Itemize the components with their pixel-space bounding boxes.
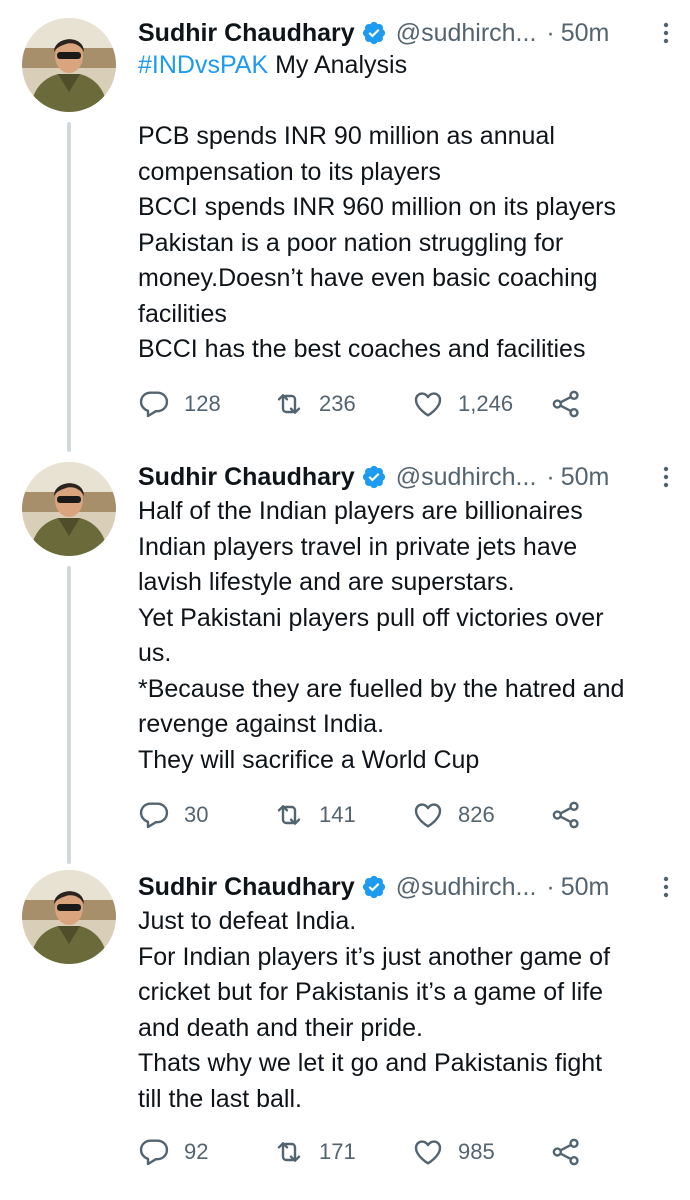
share-button[interactable] <box>550 1132 582 1172</box>
avatar[interactable] <box>22 462 116 556</box>
reply-count: 92 <box>184 1139 209 1164</box>
like-count: 985 <box>458 1139 495 1164</box>
like-button[interactable]: 1,246 <box>412 384 513 424</box>
hashtag-link[interactable]: #INDvsPAK <box>138 51 268 79</box>
tweet-text: Half of the Indian players are billionai… <box>138 497 625 774</box>
author-handle[interactable]: @sudhirch... <box>396 867 537 907</box>
tweet[interactable]: Sudhir Chaudhary @sudhirch... · 50m Just… <box>0 860 690 1200</box>
author-name[interactable]: Sudhir Chaudhary <box>138 457 355 497</box>
like-button[interactable]: 985 <box>412 1132 495 1172</box>
tweet-actions: 30 141 826 <box>138 795 608 835</box>
separator-dot: · <box>546 19 555 47</box>
separator-dot: · <box>546 873 555 901</box>
author-name[interactable]: Sudhir Chaudhary <box>138 867 355 907</box>
verified-badge-icon <box>361 464 387 490</box>
heart-icon <box>412 1136 444 1168</box>
avatar[interactable] <box>22 18 116 112</box>
retweet-count: 236 <box>319 391 356 416</box>
retweet-count: 141 <box>319 802 356 827</box>
tweet-header: Sudhir Chaudhary @sudhirch... · 50m <box>138 457 668 497</box>
tweet-header: Sudhir Chaudhary @sudhirch... · 50m <box>138 13 668 53</box>
reply-count: 128 <box>184 391 221 416</box>
retweet-button[interactable]: 236 <box>273 384 356 424</box>
profile-photo <box>22 870 116 964</box>
share-button[interactable] <box>550 384 582 424</box>
retweet-count: 171 <box>319 1139 356 1164</box>
more-vertical-icon[interactable] <box>661 465 671 489</box>
tweet-text: Just to defeat India. For Indian players… <box>138 907 611 1113</box>
reply-bubble-icon <box>138 799 170 831</box>
reply-bubble-icon <box>138 1136 170 1168</box>
share-nodes-icon <box>550 388 582 420</box>
author-handle[interactable]: @sudhirch... <box>396 13 537 53</box>
retweet-icon <box>273 1136 305 1168</box>
reply-button[interactable]: 30 <box>138 795 208 835</box>
avatar[interactable] <box>22 870 116 964</box>
reply-button[interactable]: 92 <box>138 1132 208 1172</box>
retweet-icon <box>273 799 305 831</box>
thread-connector-line <box>67 566 71 864</box>
tweet-text-content: My Analysis PCB spends INR 90 million as… <box>138 51 616 363</box>
tweet[interactable]: Sudhir Chaudhary @sudhirch... · 50m #IND… <box>0 0 690 452</box>
like-count: 826 <box>458 802 495 827</box>
separator-dot: · <box>546 463 555 491</box>
tweet-timestamp[interactable]: 50m <box>561 13 610 53</box>
tweet-timestamp[interactable]: 50m <box>561 867 610 907</box>
author-handle[interactable]: @sudhirch... <box>396 457 537 497</box>
heart-icon <box>412 388 444 420</box>
tweet-header: Sudhir Chaudhary @sudhirch... · 50m <box>138 867 668 907</box>
more-vertical-icon[interactable] <box>661 21 671 45</box>
thread-connector-line <box>67 122 71 452</box>
share-nodes-icon <box>550 1136 582 1168</box>
reply-count: 30 <box>184 802 209 827</box>
author-name[interactable]: Sudhir Chaudhary <box>138 13 355 53</box>
profile-photo <box>22 462 116 556</box>
heart-icon <box>412 799 444 831</box>
tweet-text: #INDvsPAK My Analysis PCB spends INR 90 … <box>138 48 678 368</box>
share-nodes-icon <box>550 799 582 831</box>
share-button[interactable] <box>550 795 582 835</box>
like-button[interactable]: 826 <box>412 795 495 835</box>
tweet-actions: 92 171 985 <box>138 1132 608 1172</box>
retweet-icon <box>273 388 305 420</box>
like-count: 1,246 <box>458 391 514 416</box>
profile-photo <box>22 18 116 112</box>
retweet-button[interactable]: 141 <box>273 795 356 835</box>
reply-button[interactable]: 128 <box>138 384 221 424</box>
tweet-timestamp[interactable]: 50m <box>561 457 610 497</box>
tweet-actions: 128 236 1,246 <box>138 384 608 424</box>
verified-badge-icon <box>361 874 387 900</box>
tweet[interactable]: Sudhir Chaudhary @sudhirch... · 50m Half… <box>0 448 690 864</box>
verified-badge-icon <box>361 20 387 46</box>
retweet-button[interactable]: 171 <box>273 1132 356 1172</box>
reply-bubble-icon <box>138 388 170 420</box>
more-vertical-icon[interactable] <box>661 875 671 899</box>
